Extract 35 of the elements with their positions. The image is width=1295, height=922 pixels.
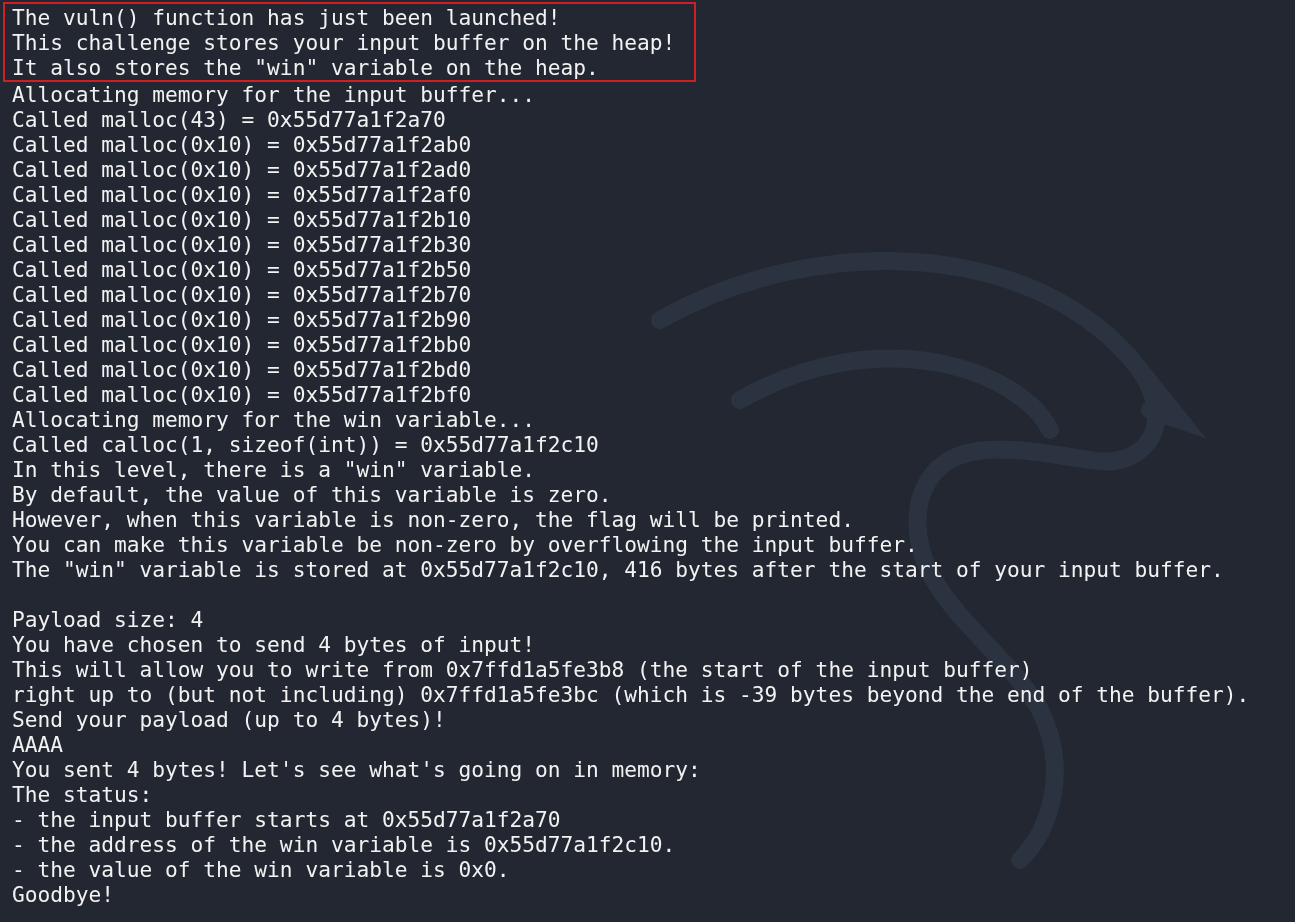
output-line: You sent 4 bytes! Let's see what's going on in memory: (12, 757, 701, 782)
output-line: Called malloc(0x10) = 0x55d77a1f2bd0 (12, 357, 472, 382)
output-line: You have chosen to send 4 bytes of input! (12, 632, 535, 657)
output-line: However, when this variable is non-zero, the flag will be printed. (12, 507, 854, 532)
output-line: The vuln() function has just been launched! (12, 5, 561, 30)
output-line: The "win" variable is stored at 0x55d77a1f2c10, 416 bytes after the start of your input buffer. (12, 557, 1224, 582)
output-line: Called malloc(0x10) = 0x55d77a1f2ad0 (12, 157, 472, 182)
output-line: Called malloc(0x10) = 0x55d77a1f2b90 (12, 307, 472, 332)
output-line: Allocating memory for the input buffer... (12, 82, 535, 107)
output-line: right up to (but not including) 0x7ffd1a5fe3bc (which is -39 bytes beyond the end of the buffer). (12, 682, 1250, 707)
output-line: It also stores the "win" variable on the heap. (12, 55, 599, 80)
output-line: The status: (12, 782, 153, 807)
output-line: Called malloc(0x10) = 0x55d77a1f2bf0 (12, 382, 472, 407)
output-line: Called malloc(43) = 0x55d77a1f2a70 (12, 107, 446, 132)
output-line: This will allow you to write from 0x7ffd1a5fe3b8 (the start of the input buffer) (12, 657, 1033, 682)
output-line: Allocating memory for the win variable... (12, 407, 535, 432)
output-line: Called malloc(0x10) = 0x55d77a1f2b30 (12, 232, 472, 257)
output-line: - the input buffer starts at 0x55d77a1f2a70 (12, 807, 561, 832)
output-line: - the address of the win variable is 0x55d77a1f2c10. (12, 832, 676, 857)
output-line: Called malloc(0x10) = 0x55d77a1f2b50 (12, 257, 472, 282)
output-line: This challenge stores your input buffer on the heap! (12, 30, 676, 55)
output-line: Goodbye! (12, 882, 115, 907)
output-line: Called malloc(0x10) = 0x55d77a1f2bb0 (12, 332, 472, 357)
output-line: Payload size: 4 (12, 607, 204, 632)
output-line: By default, the value of this variable is zero. (12, 482, 612, 507)
output-line: Called malloc(0x10) = 0x55d77a1f2b10 (12, 207, 472, 232)
output-line: - the value of the win variable is 0x0. (12, 857, 510, 882)
output-line: Send your payload (up to 4 bytes)! (12, 707, 446, 732)
output-line: Called malloc(0x10) = 0x55d77a1f2af0 (12, 182, 472, 207)
output-line: Called calloc(1, sizeof(int)) = 0x55d77a1f2c10 (12, 432, 599, 457)
output-line: You can make this variable be non-zero by overflowing the input buffer. (12, 532, 918, 557)
output-line: Called malloc(0x10) = 0x55d77a1f2b70 (12, 282, 472, 307)
output-line: In this level, there is a "win" variable. (12, 457, 535, 482)
output-line: AAAA (12, 732, 64, 757)
output-line: Called malloc(0x10) = 0x55d77a1f2ab0 (12, 132, 472, 157)
